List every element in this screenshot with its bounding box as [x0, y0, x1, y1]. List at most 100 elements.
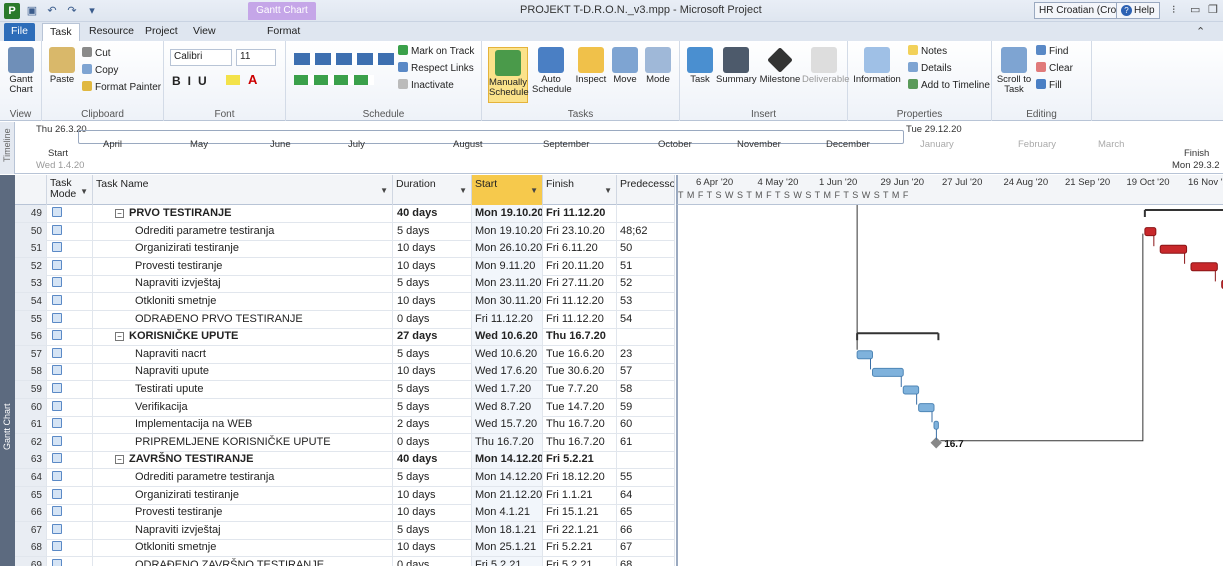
finish-cell[interactable]: Fri 27.11.20	[543, 275, 617, 293]
gantt-task-bar[interactable]	[872, 367, 904, 377]
finish-cell[interactable]: Tue 7.7.20	[543, 381, 617, 398]
task-name-cell[interactable]: ODRAĐENO ZAVRŠNO TESTIRANJE	[93, 557, 393, 566]
duration-cell[interactable]: 27 days	[393, 328, 472, 346]
tab-format[interactable]: Format	[260, 23, 307, 41]
task-mode-cell[interactable]	[47, 557, 93, 566]
copy-button[interactable]: Copy	[82, 64, 118, 76]
task-mode-cell[interactable]	[47, 275, 93, 293]
table-row[interactable]: 59 Testirati upute 5 days Wed 1.7.20 Tue 7.7…	[15, 381, 675, 399]
predecessors-cell[interactable]: 57	[617, 363, 675, 381]
row-id[interactable]: 55	[15, 310, 47, 328]
manually-schedule-button[interactable]: Manually Schedule	[488, 47, 529, 103]
task-name-cell[interactable]: Napraviti upute	[93, 363, 393, 381]
row-id[interactable]: 53	[15, 275, 47, 293]
row-id[interactable]: 68	[15, 539, 47, 557]
duration-cell[interactable]: 40 days	[393, 205, 472, 222]
finish-cell[interactable]: Fri 5.2.21	[543, 557, 617, 566]
task-name-cell[interactable]: Provesti testiranje	[93, 257, 393, 275]
task-mode-cell[interactable]	[47, 240, 93, 258]
finish-cell[interactable]: Fri 20.11.20	[543, 257, 617, 275]
table-row[interactable]: 56− KORISNIČKE UPUTE 27 days Wed 10.6.20 Thu…	[15, 328, 675, 347]
scroll-to-task-button[interactable]: Scroll to Task	[996, 47, 1032, 95]
start-cell[interactable]: Mon 25.1.21	[472, 539, 543, 557]
finish-cell[interactable]: Fri 11.12.20	[543, 310, 617, 328]
finish-cell[interactable]: Fri 22.1.21	[543, 521, 617, 539]
column-header-task-name[interactable]: Task Name ▼	[93, 175, 393, 205]
table-row[interactable]: 67 Napraviti izvještaj 5 days Mon 18.1.21 Fr…	[15, 521, 675, 540]
row-id[interactable]: 54	[15, 293, 47, 310]
details-button[interactable]: Details	[908, 62, 952, 74]
customize-qat-icon[interactable]: ▾	[84, 3, 100, 19]
auto-schedule-button[interactable]: Auto Schedule	[532, 47, 572, 95]
finish-cell[interactable]: Tue 30.6.20	[543, 363, 617, 381]
start-cell[interactable]: Wed 15.7.20	[472, 416, 543, 434]
table-row[interactable]: 55 ODRAĐENO PRVO TESTIRANJE 0 days Fri 11.1…	[15, 310, 675, 329]
table-row[interactable]: 52 Provesti testiranje 10 days Mon 9.11.20 F…	[15, 257, 675, 276]
task-name-cell[interactable]: ODRAĐENO PRVO TESTIRANJE	[93, 310, 393, 328]
column-header-finish[interactable]: Finish ▼	[543, 175, 617, 205]
start-cell[interactable]: Mon 21.12.20	[472, 486, 543, 504]
move-button[interactable]: Move	[610, 47, 640, 85]
row-id[interactable]: 51	[15, 240, 47, 258]
table-row[interactable]: 60 Verifikacija 5 days Wed 8.7.20 Tue 14.7.2…	[15, 398, 675, 417]
start-cell[interactable]: Fri 11.12.20	[472, 310, 543, 328]
row-id[interactable]: 63	[15, 451, 47, 469]
cut-button[interactable]: Cut	[82, 47, 111, 59]
task-name-cell[interactable]: Otkloniti smetnje	[93, 293, 393, 310]
find-button[interactable]: Find	[1036, 45, 1068, 57]
start-cell[interactable]: Wed 17.6.20	[472, 363, 543, 381]
tab-project[interactable]: Project	[138, 23, 185, 41]
predecessors-cell[interactable]: 59	[617, 398, 675, 416]
inspect-button[interactable]: Inspect	[574, 47, 608, 85]
task-mode-cell[interactable]	[47, 398, 93, 416]
start-cell[interactable]: Thu 16.7.20	[472, 433, 543, 451]
information-button[interactable]: Information	[852, 47, 902, 85]
respect-links-button[interactable]: Respect Links	[398, 62, 474, 74]
duration-cell[interactable]: 10 days	[393, 539, 472, 557]
task-mode-cell[interactable]	[47, 310, 93, 328]
duration-cell[interactable]: 10 days	[393, 504, 472, 522]
gantt-task-bar[interactable]	[902, 385, 920, 395]
start-cell[interactable]: Mon 26.10.20	[472, 240, 543, 258]
highlight-icon[interactable]	[226, 75, 240, 85]
task-mode-cell[interactable]	[47, 205, 93, 222]
duration-cell[interactable]: 10 days	[393, 486, 472, 504]
task-name-cell[interactable]: Napraviti izvještaj	[93, 275, 393, 293]
start-cell[interactable]: Mon 19.10.20	[472, 222, 543, 240]
row-id[interactable]: 59	[15, 381, 47, 398]
add-to-timeline-button[interactable]: Add to Timeline	[908, 79, 990, 91]
task-mode-cell[interactable]	[47, 469, 93, 486]
start-cell[interactable]: Mon 23.11.20	[472, 275, 543, 293]
task-mode-cell[interactable]	[47, 433, 93, 451]
task-name-cell[interactable]: Odrediti parametre testiranja	[93, 469, 393, 486]
column-header-predecessors[interactable]: Predecessors	[617, 175, 675, 205]
finish-cell[interactable]: Fri 6.11.20	[543, 240, 617, 258]
column-header-start[interactable]: Start ▼	[472, 175, 543, 205]
task-name-cell[interactable]: Odrediti parametre testiranja	[93, 222, 393, 240]
duration-cell[interactable]: 5 days	[393, 345, 472, 363]
finish-cell[interactable]: Fri 23.10.20	[543, 222, 617, 240]
predecessors-cell[interactable]: 65	[617, 504, 675, 522]
table-row[interactable]: 49− PRVO TESTIRANJE 40 days Mon 19.10.20 Fri…	[15, 205, 675, 223]
tab-task[interactable]: Task	[42, 23, 80, 41]
task-mode-cell[interactable]	[47, 345, 93, 363]
table-row[interactable]: 64 Odrediti parametre testiranja 5 days Mon…	[15, 469, 675, 487]
finish-cell[interactable]: Fri 11.12.20	[543, 205, 617, 222]
insert-task-button[interactable]: Task	[686, 47, 714, 85]
predecessors-cell[interactable]: 64	[617, 486, 675, 504]
predecessors-cell[interactable]	[617, 205, 675, 222]
task-name-cell[interactable]: Napraviti nacrt	[93, 345, 393, 363]
percent-complete-icons[interactable]	[294, 53, 394, 65]
table-row[interactable]: 65 Organizirati testiranje 10 days Mon 21.1…	[15, 486, 675, 505]
predecessors-cell[interactable]: 61	[617, 433, 675, 451]
milestone-button[interactable]: Milestone	[758, 47, 802, 85]
task-mode-cell[interactable]	[47, 257, 93, 275]
task-name-cell[interactable]: Provesti testiranje	[93, 504, 393, 522]
start-cell[interactable]: Mon 4.1.21	[472, 504, 543, 522]
mark-on-track-button[interactable]: Mark on Track	[398, 45, 474, 57]
predecessors-cell[interactable]: 53	[617, 293, 675, 310]
notes-button[interactable]: Notes	[908, 45, 947, 57]
duration-cell[interactable]: 5 days	[393, 469, 472, 486]
predecessors-cell[interactable]: 54	[617, 310, 675, 328]
task-name-cell[interactable]: Organizirati testiranje	[93, 240, 393, 258]
